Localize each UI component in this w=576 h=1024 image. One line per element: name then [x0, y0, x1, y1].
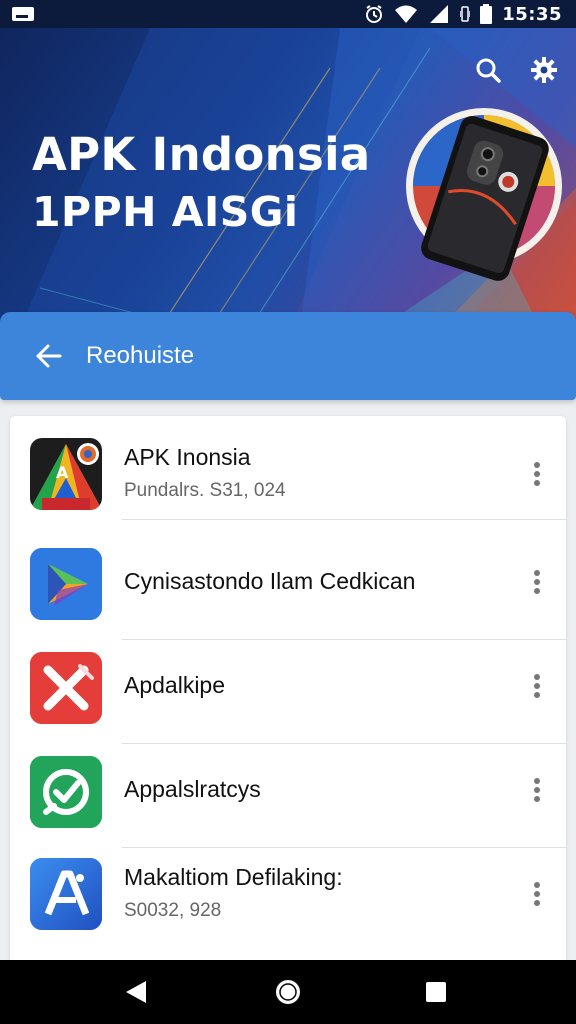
home-circle-icon[interactable] [268, 972, 308, 1012]
divider [122, 519, 566, 520]
app-name: Cynisastondo Ilam Cedkican [124, 568, 416, 594]
app-name: APK Inonsia [124, 444, 251, 470]
list-item-cynisastondo[interactable]: Cynisastondo Ilam Cedkican [10, 536, 566, 640]
battery-icon [480, 4, 493, 24]
alarm-icon [366, 5, 383, 23]
list-item-apdalkipe[interactable]: Apdalkipe [10, 640, 566, 744]
blue-a-logo [30, 858, 102, 930]
system-navigation-bar [0, 960, 576, 1024]
app-list: A APK Inonsia Pundalrs. S31, 024 Cynisas… [10, 416, 566, 976]
wifi-icon [395, 5, 418, 23]
status-time: 15:35 [502, 3, 562, 25]
search-icon[interactable] [470, 52, 506, 88]
play-triangle-logo [30, 548, 102, 620]
apk-indonesia-logo: A [30, 438, 102, 510]
app-name: Appalslratcys [124, 776, 261, 802]
hero-subtitle: 1PPH AISGi [32, 188, 299, 236]
hero-title: APK Indonsia [32, 128, 371, 181]
more-vert-icon[interactable] [522, 562, 552, 602]
phone-illustration [406, 108, 562, 281]
back-triangle-icon[interactable] [116, 972, 156, 1012]
app-header-bar: Reohuiste [0, 312, 576, 400]
vibrate-icon [460, 6, 471, 22]
list-item-apk-inonsia[interactable]: A APK Inonsia Pundalrs. S31, 024 [10, 416, 566, 520]
app-name: Makaltiom Defilaking: [124, 864, 343, 890]
green-check-logo [30, 756, 102, 828]
settings-gear-icon[interactable] [526, 52, 562, 88]
recents-square-icon[interactable] [416, 972, 456, 1012]
notification-icon [12, 7, 34, 21]
more-vert-icon[interactable] [522, 666, 552, 706]
more-vert-icon[interactable] [522, 454, 552, 494]
red-x-logo [30, 652, 102, 724]
arrow-left-icon[interactable] [30, 338, 66, 374]
app-subtitle: Pundalrs. S31, 024 [124, 480, 286, 501]
list-item-makaltiom[interactable]: Makaltiom Defilaking: S0032, 928 [10, 848, 566, 952]
more-vert-icon[interactable] [522, 874, 552, 914]
signal-icon [430, 5, 449, 23]
app-name: Apdalkipe [124, 672, 226, 698]
more-vert-icon[interactable] [522, 770, 552, 810]
app-subtitle: S0032, 928 [124, 900, 222, 921]
hero-banner: APK Indonsia 1PPH AISGi [0, 28, 576, 328]
list-item-appalslratcys[interactable]: Appalslratcys [10, 744, 566, 848]
header-title: Reohuiste [86, 342, 195, 369]
svg-text:A: A [56, 463, 69, 482]
status-bar: 15:35 [0, 0, 576, 28]
